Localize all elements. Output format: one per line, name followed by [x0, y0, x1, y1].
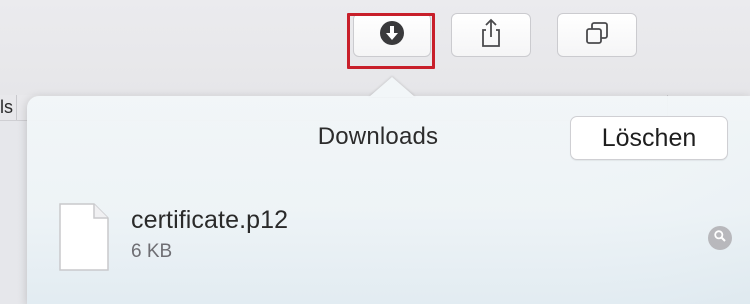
popover-title: Downloads — [317, 123, 439, 150]
downloads-button-highlight — [347, 13, 435, 69]
document-icon[interactable] — [58, 202, 110, 272]
download-file-name[interactable]: certificate.p12 — [131, 206, 288, 235]
clear-downloads-button[interactable]: Löschen — [570, 116, 728, 160]
tab-divider — [16, 95, 17, 120]
popover-arrow — [369, 77, 415, 97]
share-button[interactable] — [451, 13, 531, 57]
tab-label-partial[interactable]: ls — [0, 95, 16, 120]
magnifier-icon — [713, 229, 727, 248]
tabs-overview-icon — [584, 20, 610, 51]
download-file-size: 6 KB — [131, 241, 173, 262]
download-list-item[interactable] — [27, 190, 750, 280]
share-icon — [480, 18, 502, 53]
reveal-in-finder-button[interactable] — [708, 226, 732, 250]
tab-overview-button[interactable] — [557, 13, 637, 57]
